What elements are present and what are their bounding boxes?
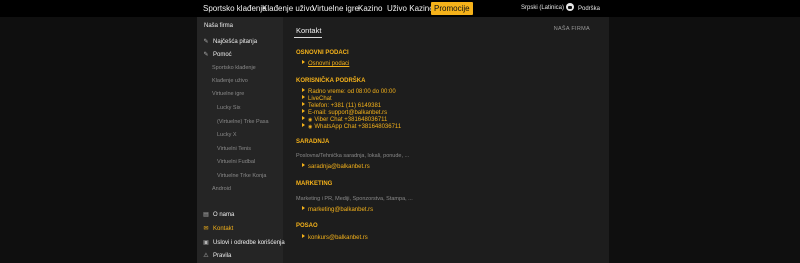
caret-right-icon (302, 123, 305, 127)
support-hours: Radno vreme: od 08:00 do 00:00 (302, 88, 396, 95)
envelope-icon: ✉ (203, 226, 209, 232)
sidebar-sub-tennis[interactable]: Virtuelni Tenis (217, 143, 251, 155)
nav-live-casino[interactable]: Uživo Kazino (387, 2, 434, 15)
sidebar-heading: Naša firma (204, 23, 234, 29)
nav-casino[interactable]: Kazino (358, 2, 382, 15)
cooperation-email[interactable]: saradnja@balkanbet.rs (302, 163, 370, 170)
main-content: Kontakt NAŠA FIRMA OSNOVNI PODACI Osnovn… (294, 17, 606, 263)
sidebar-item-contact[interactable]: ✉ Kontakt (197, 223, 283, 235)
support-livechat[interactable]: LiveChat (302, 95, 332, 102)
section-title-jobs: POSAO (296, 223, 318, 229)
top-navigation: Sportsko klađenje Klađenje uživo Virtuel… (0, 0, 800, 17)
support-phone[interactable]: Telefon: +381 (11) 6149381 (302, 102, 381, 109)
support-email[interactable]: E-mail: support@balkanbet.rs (302, 109, 387, 116)
marketing-description: Marketing i PR, Mediji, Sponzorstva, Sta… (296, 196, 413, 202)
caret-right-icon (302, 163, 305, 167)
section-title-cooperation: SARADNJA (296, 139, 330, 145)
jobs-email[interactable]: konkurs@balkanbet.rs (302, 234, 368, 241)
sidebar-item-label: Pravila (213, 253, 232, 259)
sidebar-sub-dog-races[interactable]: (Virtuelne) Trke Pasa (217, 116, 269, 128)
breadcrumb[interactable]: NAŠA FIRMA (554, 26, 590, 32)
sidebar-item-label: Uslovi i odredbe korišćenja (213, 240, 285, 246)
warning-icon: ⚠ (203, 253, 209, 259)
nav-live-betting[interactable]: Klađenje uživo (262, 2, 314, 15)
sidebar-item-faq[interactable]: ✎ Najčešća pitanja (197, 36, 283, 48)
section-title-basic: OSNOVNI PODACI (296, 50, 349, 56)
whatsapp-icon: ◉ (308, 124, 313, 130)
sidebar-item-label: Pomoć (213, 52, 232, 58)
sidebar-item-terms[interactable]: ▣ Uslovi i odredbe korišćenja (197, 237, 285, 249)
section-title-support: KORISNIČKA PODRŠKA (296, 78, 366, 84)
sidebar-sub-sports[interactable]: Sportsko klađenje (212, 62, 256, 74)
tab-underline (294, 37, 322, 38)
caret-right-icon (302, 102, 305, 106)
sidebar-item-about[interactable]: ▤ O nama (197, 209, 283, 221)
cooperation-description: Poslovna/Tehnička saradnja, lokali, ponu… (296, 153, 410, 159)
caret-right-icon (302, 95, 305, 99)
sidebar-sub-football[interactable]: Virtuelni Fudbal (217, 156, 255, 168)
language-selector[interactable]: Srpski (Latinica) (521, 2, 564, 15)
section-title-marketing: MARKETING (296, 181, 333, 187)
building-icon: ▤ (203, 212, 209, 218)
caret-right-icon (302, 234, 305, 238)
tab-contact[interactable]: Kontakt (296, 26, 321, 35)
support-link[interactable]: Podrška (566, 2, 600, 15)
sidebar-item-label: Najčešća pitanja (213, 39, 258, 45)
viber-icon: ◉ (308, 117, 313, 123)
document-icon: ▣ (203, 240, 209, 246)
marketing-email[interactable]: marketing@balkanbet.rs (302, 206, 373, 213)
sidebar: Naša firma ✎ Najčešća pitanja ✎ Pomoć Spor… (197, 17, 285, 263)
page-panel: Naša firma ✎ Najčešća pitanja ✎ Pomoć Spor… (197, 17, 609, 263)
sidebar-sub-live[interactable]: Klađenje uživo (212, 75, 248, 87)
caret-right-icon (302, 116, 305, 120)
basic-info-link[interactable]: Osnovni podaci (302, 60, 349, 67)
sidebar-sub-virtual[interactable]: Virtuelne igre (212, 88, 244, 100)
wrench-icon: ✎ (203, 52, 209, 58)
support-label: Podrška (578, 6, 601, 12)
caret-right-icon (302, 60, 305, 64)
sidebar-item-label: O nama (213, 212, 235, 218)
support-avatar-icon (566, 3, 574, 11)
sidebar-item-help[interactable]: ✎ Pomoć (197, 49, 283, 61)
sidebar-item-rules[interactable]: ⚠ Pravila (197, 250, 283, 262)
caret-right-icon (302, 109, 305, 113)
support-whatsapp[interactable]: ◉ WhatsApp Chat +381648036711 (302, 123, 401, 130)
support-viber[interactable]: ◉ Viber Chat +381648036711 (302, 116, 387, 123)
sidebar-sub-horse-races[interactable]: Virtuelne Trke Konja (217, 170, 266, 182)
sidebar-sub-lucky-x[interactable]: Lucky X (217, 129, 237, 141)
sidebar-sub-android[interactable]: Android (212, 183, 231, 195)
nav-virtual-games[interactable]: Virtuelne igre (312, 2, 359, 15)
caret-right-icon (302, 206, 305, 210)
sidebar-sub-lucky-six[interactable]: Lucky Six (217, 102, 241, 114)
nav-promotions[interactable]: Promocije (431, 2, 473, 15)
wrench-icon: ✎ (203, 39, 209, 45)
nav-sports-betting[interactable]: Sportsko klađenje (203, 2, 267, 15)
sidebar-item-label: Kontakt (213, 226, 234, 232)
caret-right-icon (302, 88, 305, 92)
